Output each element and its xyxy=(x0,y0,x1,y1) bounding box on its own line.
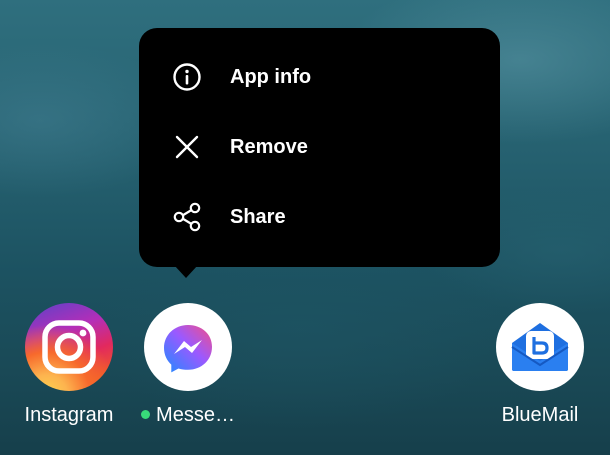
app-shortcut-instagram[interactable]: Instagram xyxy=(9,303,129,433)
menu-item-share[interactable]: Share xyxy=(139,187,500,247)
app-label: Messe… xyxy=(156,404,235,426)
messenger-icon[interactable] xyxy=(144,303,232,391)
status-dot xyxy=(141,410,151,419)
app-label-container: Messe… xyxy=(128,404,248,427)
share-icon xyxy=(172,202,202,232)
bluemail-icon[interactable] xyxy=(496,303,584,391)
app-context-menu: App info Remove Share xyxy=(139,28,500,267)
app-shortcut-bluemail[interactable]: BlueMail xyxy=(480,303,600,433)
info-icon xyxy=(172,62,202,92)
menu-item-label: Share xyxy=(230,205,286,228)
menu-item-label: App info xyxy=(230,65,312,88)
menu-pointer-arrow xyxy=(174,265,198,278)
instagram-icon[interactable] xyxy=(25,303,113,391)
menu-item-remove[interactable]: Remove xyxy=(139,117,500,177)
menu-item-app-info[interactable]: App info xyxy=(139,47,500,107)
app-shortcut-messenger[interactable]: Messe… xyxy=(128,303,248,433)
app-label: Instagram xyxy=(24,404,114,426)
app-label: BlueMail xyxy=(501,404,579,426)
close-icon xyxy=(172,132,202,162)
menu-item-label: Remove xyxy=(230,135,308,158)
